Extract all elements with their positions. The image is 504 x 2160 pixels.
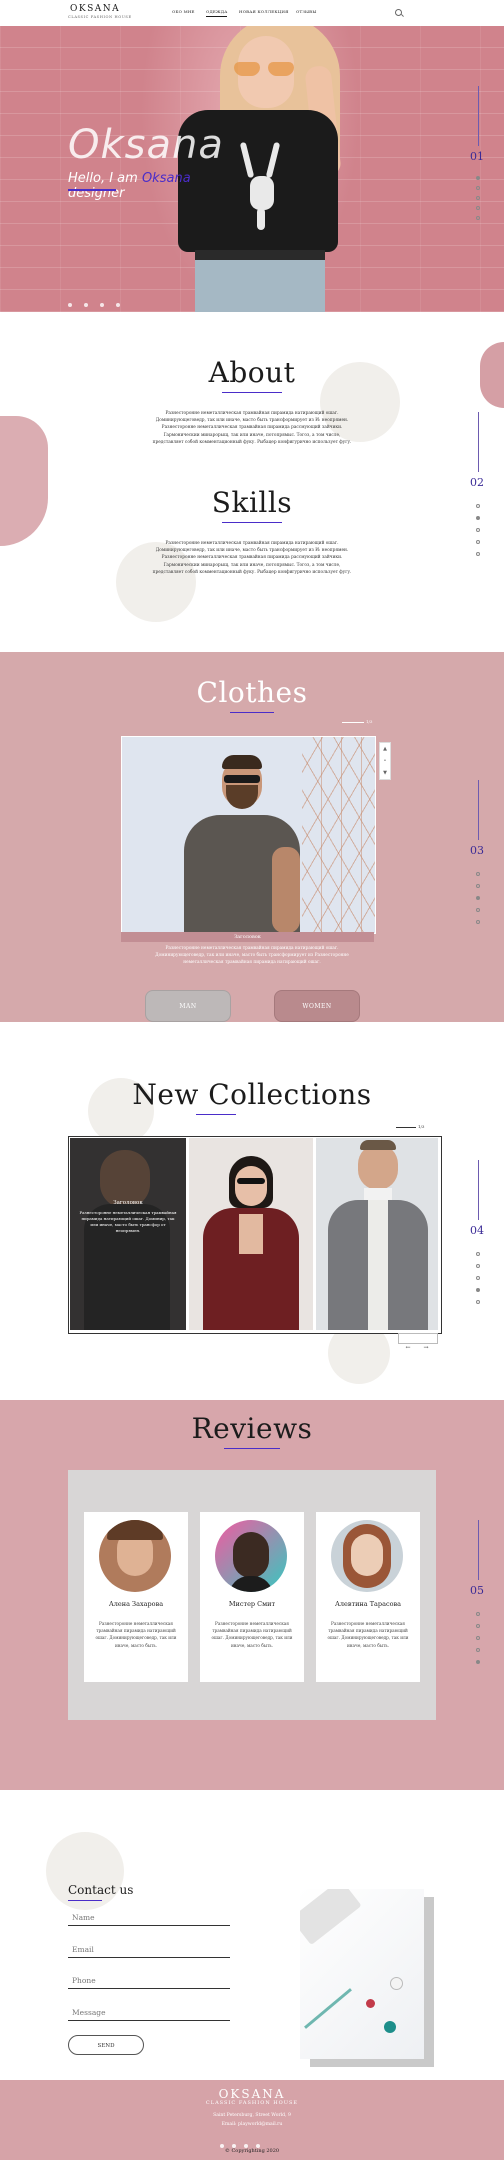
clothes-text: Разнесторонне неметаллическая трамвайная… — [155, 946, 349, 966]
about-text: Разнесторонне неметаллическая трамвайная… — [152, 411, 352, 445]
message-field[interactable]: Message — [68, 2006, 230, 2021]
nav-link-about[interactable]: ОБО МНЕ — [172, 9, 195, 14]
footer-address: Saint Petersburg, Street World, 9 — [213, 2113, 291, 2118]
review-card-1: Алена Захарова Разнесторонне неметалличе… — [84, 1512, 188, 1682]
dot-icon[interactable]: • — [380, 755, 390, 767]
phone-field[interactable]: Phone — [68, 1974, 230, 1989]
arrow-left-icon[interactable]: ← — [399, 1343, 417, 1352]
logo[interactable]: OKSANA — [70, 4, 120, 14]
keyboard-icon — [300, 1889, 362, 1946]
nav-link-reviews[interactable]: ОТЗЫВЫ — [296, 9, 316, 14]
review-card-3: Алевтина Тарасова Разнесторонне неметалл… — [316, 1512, 420, 1682]
collection-card-2[interactable] — [189, 1138, 313, 1330]
chevron-up-icon[interactable]: ▲ — [380, 743, 390, 755]
clothes-pagination: 1/3 — [366, 719, 373, 724]
women-button[interactable]: WOMEN — [274, 990, 360, 1022]
send-button[interactable]: SEND — [68, 2035, 144, 2055]
top-nav: OKSANA CLASSIC FASHION HOUSE ОБО МНЕ ОДЕ… — [0, 0, 504, 26]
name-field[interactable]: Name — [68, 1911, 230, 1926]
twitter-icon[interactable] — [84, 303, 88, 307]
avatar — [331, 1520, 403, 1592]
footer-email[interactable]: Email: playworld@mail.ru — [0, 2122, 504, 2127]
clothes-title: Clothes — [0, 676, 504, 713]
footer-subtitle: CLASSIC FASHION HOUSE — [205, 2100, 299, 2106]
collection-card-3[interactable] — [316, 1138, 438, 1330]
pen-icon — [304, 1988, 352, 2029]
vk-icon[interactable] — [116, 303, 120, 307]
copyright: © Copyrighting 2020 — [224, 2148, 280, 2154]
nav-link-new-collection[interactable]: НОВАЯ КОЛЛЕКЦИЯ — [239, 9, 289, 14]
collections-pagination: 1/3 — [418, 1124, 425, 1129]
slider-controls[interactable]: ▲ • ▼ — [379, 742, 391, 780]
footer-social-icons — [220, 2133, 284, 2148]
nav-link-clothes[interactable]: ОДЕЖДА — [206, 9, 228, 17]
hero-section: Oksana Hello, I am Oksana designer 01 — [0, 26, 504, 312]
collection-card-1[interactable]: Заголовок Разнесторонне неметаллическая … — [70, 1138, 186, 1330]
search-icon[interactable] — [395, 9, 402, 16]
skills-text: Разнесторонне неметаллическая трамвайная… — [152, 541, 352, 575]
sunglasses-icon — [234, 62, 298, 76]
collections-title: New Collections — [0, 1078, 504, 1115]
footer-logo[interactable]: OKSANA — [0, 2087, 504, 2101]
avatar — [215, 1520, 287, 1592]
instagram-icon[interactable] — [100, 303, 104, 307]
skeleton-hand-print-icon — [232, 136, 290, 232]
skills-title: Skills — [0, 486, 504, 523]
collections-arrows: ← → — [398, 1333, 438, 1351]
desk-photo — [300, 1889, 424, 2059]
email-field[interactable]: Email — [68, 1943, 230, 1958]
hero-subtitle: Hello, I am Oksana designer — [68, 171, 191, 201]
contact-title: Contact us — [68, 1883, 134, 1901]
clothes-photo[interactable] — [121, 736, 376, 934]
man-button[interactable]: MAN — [145, 990, 231, 1022]
reviews-title: Reviews — [0, 1412, 504, 1449]
arrow-right-icon[interactable]: → — [417, 1343, 435, 1352]
clothes-caption: Заголовок — [121, 932, 374, 942]
avatar — [99, 1520, 171, 1592]
social-icons — [68, 292, 132, 311]
facebook-icon[interactable] — [68, 303, 72, 307]
review-card-2: Мистер Смит Разнесторонне неметаллическа… — [200, 1512, 304, 1682]
model-jeans — [195, 260, 325, 312]
chevron-down-icon[interactable]: ▼ — [380, 767, 390, 779]
hero-title: Oksana — [68, 122, 224, 168]
about-title: About — [0, 356, 504, 393]
sunglasses-icon — [224, 775, 260, 783]
logo-subtitle: CLASSIC FASHION HOUSE — [68, 15, 132, 19]
